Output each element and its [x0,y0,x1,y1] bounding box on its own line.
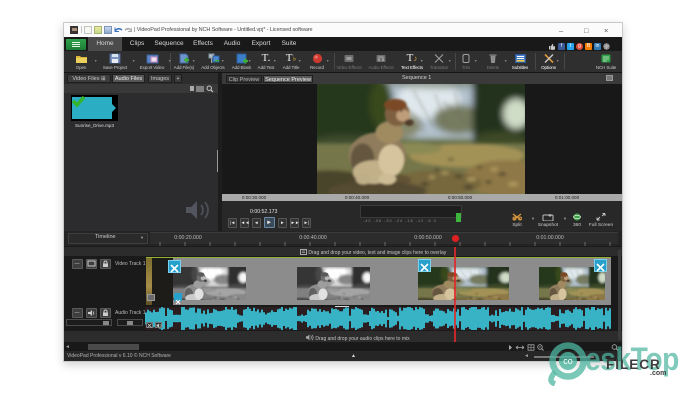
svg-text:co: co [563,356,573,366]
